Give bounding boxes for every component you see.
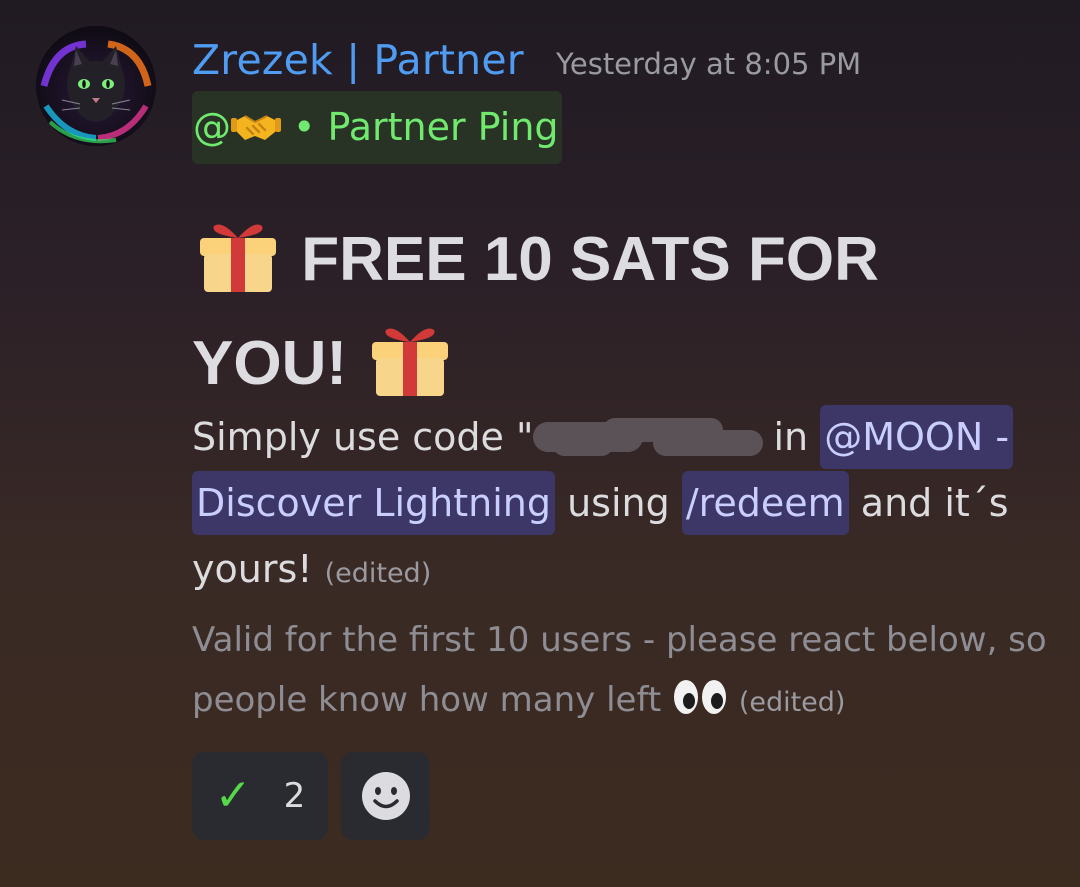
message-heading: FREE 10 SATS FOR YOU!	[192, 206, 1022, 414]
role-mention-prefix: @	[193, 105, 231, 149]
handshake-icon	[231, 114, 281, 140]
gift-icon	[200, 224, 276, 292]
reaction-check-mark[interactable]: ✓ 2	[192, 752, 328, 840]
author-username[interactable]: Zrezek | Partner	[192, 36, 524, 84]
role-mention[interactable]: @ • Partner Ping	[192, 91, 562, 164]
redacted-code	[533, 416, 773, 456]
body-text-part1: Simply use code "	[192, 415, 534, 459]
add-reaction-icon	[361, 772, 410, 820]
note-text: Valid for the first 10 users - please re…	[192, 620, 1047, 720]
cat-avatar-icon	[36, 26, 156, 146]
add-reaction-button[interactable]	[341, 752, 430, 840]
gift-icon	[372, 328, 449, 396]
author-avatar[interactable]	[36, 26, 156, 146]
slash-command[interactable]: /redeem	[681, 471, 849, 535]
message-body: Simply use code " in @MOON - Discover Lig…	[192, 404, 1052, 607]
edited-label: (edited)	[738, 687, 846, 718]
body-text-part3: using	[555, 481, 682, 525]
body-text-part2: in	[773, 415, 821, 459]
message-note: Valid for the first 10 users - please re…	[192, 610, 1052, 733]
heading-line2: YOU!	[192, 329, 347, 398]
reaction-count: 2	[283, 776, 306, 816]
heading-line1: FREE 10 SATS FOR	[301, 225, 879, 294]
role-mention-label: • Partner Ping	[293, 105, 559, 149]
check-mark-icon: ✓	[214, 770, 252, 821]
edited-label: (edited)	[324, 558, 432, 589]
message-timestamp: Yesterday at 8:05 PM	[556, 47, 862, 81]
eyes-icon	[674, 680, 726, 714]
